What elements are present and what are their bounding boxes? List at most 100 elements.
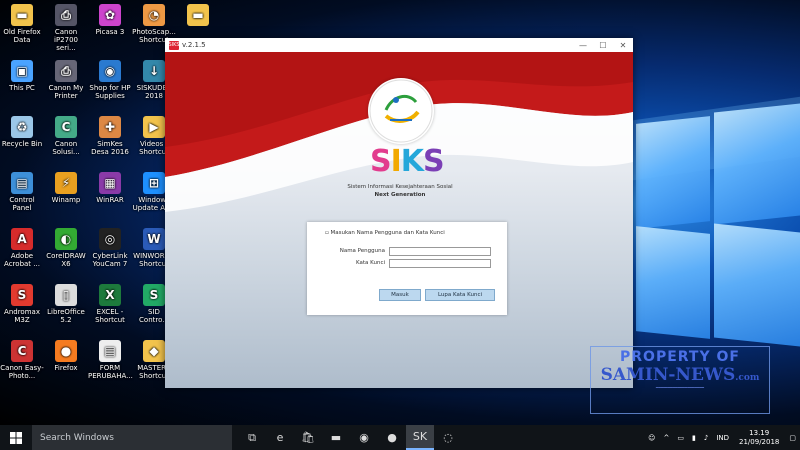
- desktop-icon[interactable]: ✚ SimKes Desa 2016: [88, 116, 132, 156]
- app-tagline-secondary: Next Generation: [374, 192, 426, 198]
- desktop-icon-label: Canon My Printer: [48, 84, 84, 100]
- desktop-icon[interactable]: ⎙ Canon My Printer: [44, 60, 88, 100]
- volume-icon[interactable]: ♪: [704, 434, 708, 442]
- desktop-icon-label: WinRAR: [96, 196, 124, 204]
- maximize-button[interactable]: ☐: [593, 41, 613, 50]
- winamp-icon: ⚡: [55, 172, 77, 194]
- desktop-icon[interactable]: ▦ WinRAR: [88, 172, 132, 204]
- desktop-icon[interactable]: ● Firefox: [44, 340, 88, 372]
- desktop-icon-label: CyberLink YouCam 7: [92, 252, 128, 268]
- canon-icon: C: [11, 340, 33, 362]
- window-title: v.2.1.5: [182, 41, 206, 49]
- app-tagline: Sistem Informasi Kesejahteraan Sosial: [347, 184, 453, 190]
- desktop-icon-label: Control Panel: [9, 196, 35, 212]
- desktop-icon[interactable]: ⎙ Canon iP2700 seri...: [44, 4, 88, 52]
- desktop-icon-label: Winamp: [51, 196, 81, 204]
- clock-date: 21/09/2018: [739, 437, 780, 446]
- pdf-icon: A: [11, 228, 33, 250]
- firefox-icon[interactable]: ●: [378, 425, 406, 450]
- printer-icon: ⎙: [55, 60, 77, 82]
- window-titlebar[interactable]: SIKS v.2.1.5 — ☐ ✕: [165, 38, 633, 52]
- login-panel: ▫ Masukan Nama Pengguna dan Kata Kunci N…: [307, 222, 507, 315]
- videos-folder-icon: ▶: [143, 116, 165, 138]
- desktop-icon[interactable]: A Adobe Acrobat ...: [0, 228, 44, 268]
- winrar-icon: ▦: [99, 172, 121, 194]
- desktop-icon-label: Firefox: [54, 364, 78, 372]
- chrome-icon[interactable]: ◉: [350, 425, 378, 450]
- desktop-icon[interactable]: ▤ Control Panel: [0, 172, 44, 212]
- watermark-line2: SAMIN-NEWS.com: [600, 365, 760, 385]
- simkes-icon: ✚: [99, 116, 121, 138]
- desktop-icon[interactable]: ▯ LibreOffice 5.2: [44, 284, 88, 324]
- word-icon: W: [143, 228, 165, 250]
- desktop-icon-label: Canon iP2700 seri...: [54, 28, 78, 52]
- login-button[interactable]: Masuk: [379, 289, 421, 301]
- libreoffice-icon: ▯: [55, 284, 77, 306]
- watermark-line3: ━━━━━━━━━━━━━━━━━━━━: [655, 385, 705, 390]
- start-button[interactable]: [0, 425, 32, 450]
- siks-app-window[interactable]: SIKS v.2.1.5 — ☐ ✕ SIKS Sistem Informasi…: [165, 38, 633, 388]
- desktop-icon-label: EXCEL - Shortcut: [95, 308, 125, 324]
- desktop-icon-label: Picasa 3: [95, 28, 125, 36]
- language-indicator[interactable]: IND: [716, 434, 729, 442]
- task-view-icon[interactable]: ⧉: [238, 425, 266, 450]
- notification-center-icon[interactable]: ▢: [789, 434, 796, 442]
- wallpaper-logo-pane: [714, 223, 800, 347]
- desktop-icon[interactable]: C Canon Solusi...: [44, 116, 88, 156]
- taskbar-pinned-apps: ⧉ e 🛍 ▬ ◉ ● SK ◌: [238, 425, 462, 450]
- siks-app-icon[interactable]: SK: [406, 425, 434, 450]
- file-explorer-icon[interactable]: ▬: [322, 425, 350, 450]
- desktop-icon[interactable]: ▬: [176, 4, 220, 28]
- desktop-icon[interactable]: ⚡ Winamp: [44, 172, 88, 204]
- desktop-icon[interactable]: ▤ FORM PERUBAHA...: [88, 340, 133, 380]
- kemensos-emblem: [368, 78, 434, 144]
- desktop-icon-label: Adobe Acrobat ...: [4, 252, 40, 268]
- desktop-icon[interactable]: ◉ Shop for HP Supplies: [88, 60, 132, 100]
- desktop-icon-label: FORM PERUBAHA...: [88, 364, 133, 380]
- printer-icon: ⎙: [55, 4, 77, 26]
- show-hidden-icons-icon[interactable]: ^: [663, 434, 669, 442]
- picasa-icon: ✿: [99, 4, 121, 26]
- desktop-icon-label: SimKes Desa 2016: [91, 140, 129, 156]
- desktop-icon[interactable]: ▬ Old Firefox Data: [0, 4, 44, 44]
- password-input[interactable]: [389, 259, 491, 268]
- close-button[interactable]: ✕: [613, 41, 633, 50]
- people-icon[interactable]: ☺: [648, 434, 655, 442]
- desktop-icon-label: Old Firefox Data: [3, 28, 41, 44]
- control-panel-icon: ▤: [11, 172, 33, 194]
- desktop-icon-label: Andromax M3Z: [4, 308, 40, 324]
- username-input[interactable]: [389, 247, 491, 256]
- desktop-wallpaper: ▬ Old Firefox Data ▣ This PC ♻ Recycle Bin ▤ Co…: [0, 0, 800, 425]
- store-icon[interactable]: 🛍: [294, 425, 322, 450]
- master-icon: ◆: [143, 340, 165, 362]
- excel-icon: X: [99, 284, 121, 306]
- taskbar: Search Windows ⧉ e 🛍 ▬ ◉ ● SK ◌ ☺ ^ ▭ ▮ ♪ IND 1…: [0, 425, 800, 450]
- folder-icon: ▬: [187, 4, 209, 26]
- desktop-icon[interactable]: ✿ Picasa 3: [88, 4, 132, 36]
- magnifier-app-icon[interactable]: ◌: [434, 425, 462, 450]
- desktop-icon-label: Canon Easy-Photo...: [0, 364, 44, 380]
- network-icon[interactable]: ▭: [677, 434, 684, 442]
- clock[interactable]: 13.19 21/09/2018: [739, 429, 779, 447]
- desktop-icon-label: Shop for HP Supplies: [89, 84, 131, 100]
- canon-icon: C: [55, 116, 77, 138]
- desktop-icon[interactable]: X EXCEL - Shortcut: [88, 284, 132, 324]
- desktop-icon[interactable]: C Canon Easy-Photo...: [0, 340, 44, 380]
- battery-icon[interactable]: ▮: [692, 434, 696, 442]
- minimize-button[interactable]: —: [573, 41, 593, 50]
- system-tray: ☺ ^ ▭ ▮ ♪ IND 13.19 21/09/2018 ▢: [644, 429, 800, 447]
- taskbar-search-box[interactable]: Search Windows: [32, 425, 232, 450]
- document-icon: ▤: [99, 340, 121, 362]
- desktop-icon[interactable]: ▣ This PC: [0, 60, 44, 92]
- sid-icon: S: [143, 284, 165, 306]
- edge-icon[interactable]: e: [266, 425, 294, 450]
- forgot-password-button[interactable]: Lupa Kata Kunci: [425, 289, 495, 301]
- siks-logo: SIKS: [370, 144, 445, 179]
- desktop-icon[interactable]: ◎ CyberLink YouCam 7: [88, 228, 132, 268]
- clock-time: 13.19: [749, 428, 770, 437]
- desktop-icon[interactable]: S Andromax M3Z: [0, 284, 44, 324]
- desktop-icon[interactable]: ♻ Recycle Bin: [0, 116, 44, 148]
- desktop-icon-label: Canon Solusi...: [52, 140, 80, 156]
- desktop-icon[interactable]: ◐ CorelDRAW X6: [44, 228, 88, 268]
- app-client-area: SIKS Sistem Informasi Kesejahteraan Sosi…: [165, 52, 633, 388]
